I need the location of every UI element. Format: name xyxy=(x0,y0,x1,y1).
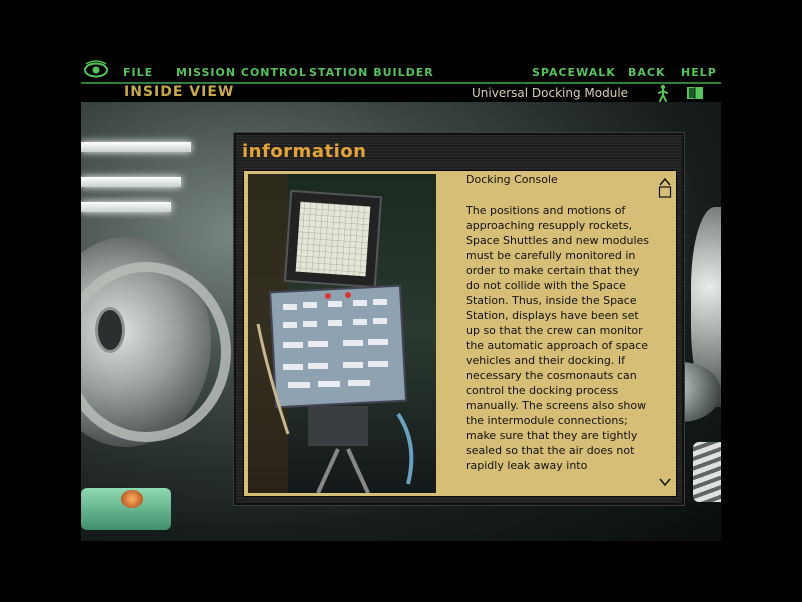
view-title: INSIDE VIEW xyxy=(124,84,235,100)
info-text-area[interactable]: Docking Console The positions and motion… xyxy=(466,171,652,496)
ceiling-light xyxy=(81,202,171,212)
scroll-down-icon[interactable] xyxy=(658,476,672,488)
menu-file[interactable]: FILE xyxy=(123,66,153,79)
eye-icon[interactable] xyxy=(83,60,109,80)
console-illustration xyxy=(248,174,436,493)
info-heading: Docking Console xyxy=(466,173,558,186)
hatch-ring xyxy=(81,262,231,442)
menu-mission-control[interactable]: MISSION CONTROL xyxy=(176,66,307,79)
ceiling-light xyxy=(81,177,181,187)
ceiling-light xyxy=(81,142,191,152)
menu-station-builder[interactable]: STATION BUILDER xyxy=(309,66,434,79)
astronaut-walk-icon[interactable] xyxy=(655,84,671,102)
scroll-up-icon[interactable] xyxy=(658,176,672,198)
flex-hose xyxy=(693,442,721,502)
book-icon[interactable] xyxy=(686,86,704,100)
menu-help[interactable]: HELP xyxy=(681,66,717,79)
docking-console-photo xyxy=(248,174,436,493)
menu-bar: FILE MISSION CONTROL STATION BUILDER SPA… xyxy=(81,60,721,82)
menu-spacewalk[interactable]: SPACEWALK xyxy=(532,66,616,79)
info-panel: Docking Console The positions and motion… xyxy=(243,170,677,497)
info-body: The positions and motions of approaching… xyxy=(466,204,649,472)
menu-back[interactable]: BACK xyxy=(628,66,666,79)
title-bar: INSIDE VIEW Universal Docking Module xyxy=(81,84,721,102)
information-dialog: information Docking Console The position… xyxy=(233,132,685,506)
orange-light xyxy=(121,490,143,508)
dialog-title: information xyxy=(242,141,367,162)
module-name: Universal Docking Module xyxy=(472,86,629,100)
hatch-window xyxy=(95,307,125,353)
